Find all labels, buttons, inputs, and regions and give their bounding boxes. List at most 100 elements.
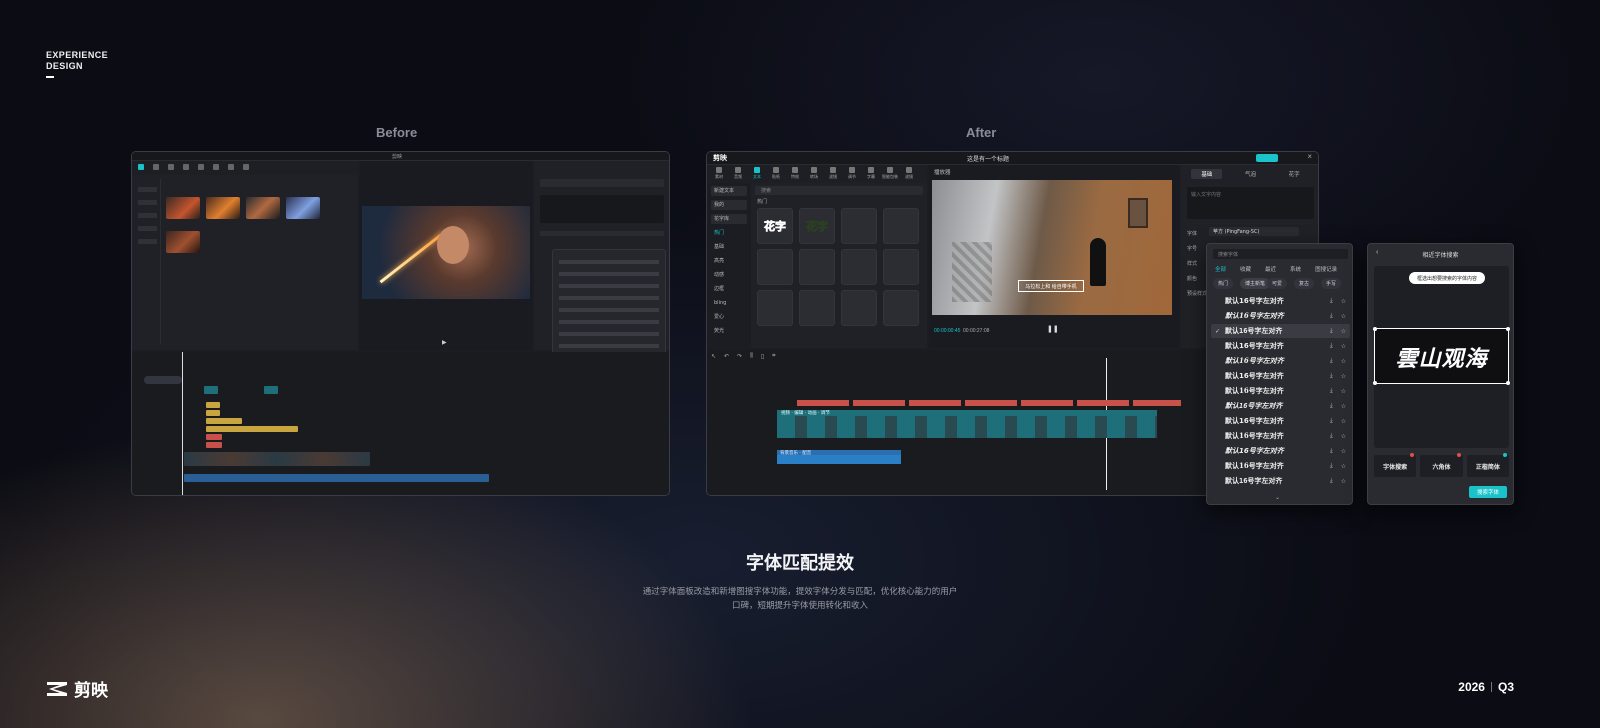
text-template-cell[interactable]: [883, 249, 919, 285]
resize-handle[interactable]: [1373, 381, 1377, 385]
font-list-item[interactable]: 默认16号字左对齐 ⤓ ☆: [1211, 294, 1350, 308]
download-icon[interactable]: ⤓: [1330, 418, 1333, 425]
font-list-item[interactable]: 默认16号字左对齐 ⤓ ☆: [1211, 369, 1350, 383]
resize-handle[interactable]: [1373, 327, 1377, 331]
text-template-cell[interactable]: [883, 208, 919, 244]
media-thumb[interactable]: [166, 197, 200, 219]
toolbar-item[interactable]: 特效: [787, 167, 803, 180]
sidebar-item[interactable]: 高亮: [711, 256, 747, 266]
toolbar-item[interactable]: 贴纸: [768, 167, 784, 180]
text-input[interactable]: [540, 195, 664, 223]
filter-icon[interactable]: [228, 164, 234, 170]
font-tab[interactable]: 图搜记录: [1315, 265, 1337, 273]
font-tab[interactable]: 最近: [1265, 265, 1276, 273]
text-icon[interactable]: [168, 164, 174, 170]
select-tool-icon[interactable]: ↖: [711, 353, 716, 363]
library-search-input[interactable]: 搜索: [755, 186, 923, 195]
font-list-item[interactable]: 默认16号字左对齐 ⤓ ☆: [1211, 429, 1350, 443]
star-icon[interactable]: ☆: [1341, 448, 1346, 455]
font-list-item[interactable]: 默认16号字左对齐 ⤓ ☆: [1211, 339, 1350, 353]
download-icon[interactable]: ⤓: [1330, 343, 1333, 350]
selection-box[interactable]: 雲山观海: [1373, 327, 1510, 385]
star-icon[interactable]: ☆: [1341, 478, 1346, 485]
font-list-item[interactable]: 默认16号字左对齐 ⤓ ☆: [1211, 414, 1350, 428]
text-template-cell[interactable]: [841, 208, 877, 244]
font-tab[interactable]: 系统: [1290, 265, 1301, 273]
star-icon[interactable]: ☆: [1341, 358, 1346, 365]
text-panel-tab[interactable]: 基础: [1191, 169, 1223, 179]
font-list-item[interactable]: 默认16号字左对齐 ⤓ ☆: [1211, 354, 1350, 368]
font-search-input[interactable]: 搜索字体: [1213, 249, 1348, 259]
star-icon[interactable]: ☆: [1341, 298, 1346, 305]
sidebar-item[interactable]: 爱心: [711, 312, 747, 322]
star-icon[interactable]: ☆: [1341, 328, 1346, 335]
toolbar-item[interactable]: 文本: [749, 167, 765, 180]
download-icon[interactable]: ⤓: [1330, 388, 1333, 395]
effects-icon[interactable]: [198, 164, 204, 170]
text-panel-tab[interactable]: 气泡: [1235, 169, 1266, 179]
download-icon[interactable]: ⤓: [1330, 433, 1333, 440]
star-icon[interactable]: ☆: [1341, 373, 1346, 380]
subtitle-box[interactable]: 马拉松上和 给自带手机: [1018, 280, 1084, 292]
audio-track-clip[interactable]: [184, 474, 489, 482]
download-icon[interactable]: ⤓: [1330, 403, 1333, 410]
font-list-item[interactable]: 默认16号字左对齐 ⤓ ☆: [1211, 474, 1350, 488]
star-icon[interactable]: ☆: [1341, 388, 1346, 395]
font-tab[interactable]: 全部: [1215, 265, 1226, 273]
star-icon[interactable]: ☆: [1341, 418, 1346, 425]
split-icon[interactable]: ⫼: [750, 353, 753, 363]
huazi-item-green[interactable]: 花字: [799, 208, 835, 244]
star-icon[interactable]: ☆: [1341, 433, 1346, 440]
huazi-item-pink[interactable]: 花字: [757, 208, 793, 244]
audio-icon[interactable]: [153, 164, 159, 170]
star-icon[interactable]: ☆: [1341, 463, 1346, 470]
text-template-cell[interactable]: [757, 249, 793, 285]
font-list-item[interactable]: ✓ 默认16号字左对齐 ⤓ ☆: [1211, 324, 1350, 338]
star-icon[interactable]: ☆: [1341, 343, 1346, 350]
font-chip[interactable]: 可爱: [1267, 278, 1288, 289]
toolbar-item[interactable]: 转场: [806, 167, 822, 180]
expand-chevron-icon[interactable]: ⌄: [1275, 494, 1280, 501]
download-icon[interactable]: ⤓: [1330, 298, 1333, 305]
toolbar-item[interactable]: 智能包装: [882, 167, 898, 180]
search-font-button[interactable]: 搜索字体: [1468, 486, 1507, 498]
font-select[interactable]: 苹方 (PingFang-SC): [1209, 227, 1299, 236]
download-icon[interactable]: ⤓: [1330, 358, 1333, 365]
redo-icon[interactable]: ↷: [737, 353, 742, 363]
download-icon[interactable]: ⤓: [1330, 463, 1333, 470]
sidebar-item[interactable]: bling: [711, 298, 747, 308]
playhead[interactable]: [182, 352, 183, 495]
export-button[interactable]: [1256, 154, 1278, 162]
toolbar-item[interactable]: 字幕: [863, 167, 879, 180]
after-video-track[interactable]: 视频 · 编辑 · 动画 · 调节: [777, 410, 1157, 438]
font-chip[interactable]: 手写: [1321, 278, 1342, 289]
text-template-cell[interactable]: [799, 249, 835, 285]
font-result-card[interactable]: 六角体: [1420, 453, 1463, 477]
sidebar-item[interactable]: 荧光: [711, 326, 747, 336]
sticker-icon[interactable]: [183, 164, 189, 170]
text-template-cell[interactable]: [883, 290, 919, 326]
toolbar-item[interactable]: 素材: [711, 167, 727, 180]
sidebar-item[interactable]: 我的: [711, 200, 747, 210]
video-track-clip[interactable]: [184, 452, 370, 466]
subtitle-track[interactable]: [797, 400, 1181, 406]
media-thumb[interactable]: [246, 197, 280, 219]
download-icon[interactable]: ⤓: [1330, 448, 1333, 455]
sidebar-item[interactable]: 热门: [711, 228, 747, 238]
toolbar-item[interactable]: 滤镜: [901, 167, 917, 180]
sidebar-item[interactable]: 动感: [711, 270, 747, 280]
toolbar-item[interactable]: 滤镜: [825, 167, 841, 180]
resize-handle[interactable]: [1506, 327, 1510, 331]
resize-handle[interactable]: [1506, 381, 1510, 385]
play-icon[interactable]: ▶: [442, 339, 447, 346]
toolbar-item[interactable]: 调节: [844, 167, 860, 180]
font-list-item[interactable]: 默认16号字左对齐 ⤓ ☆: [1211, 309, 1350, 323]
font-chip[interactable]: 复古: [1294, 278, 1315, 289]
after-audio-track[interactable]: 背景音乐 · 配音: [777, 450, 901, 464]
pause-icon[interactable]: ❚❚: [1047, 325, 1059, 333]
adjust-icon[interactable]: [243, 164, 249, 170]
close-icon[interactable]: ×: [1307, 152, 1312, 161]
download-icon[interactable]: ⤓: [1330, 313, 1333, 320]
font-list-item[interactable]: 默认16号字左对齐 ⤓ ☆: [1211, 399, 1350, 413]
sidebar-item[interactable]: 新建文本: [711, 186, 747, 196]
